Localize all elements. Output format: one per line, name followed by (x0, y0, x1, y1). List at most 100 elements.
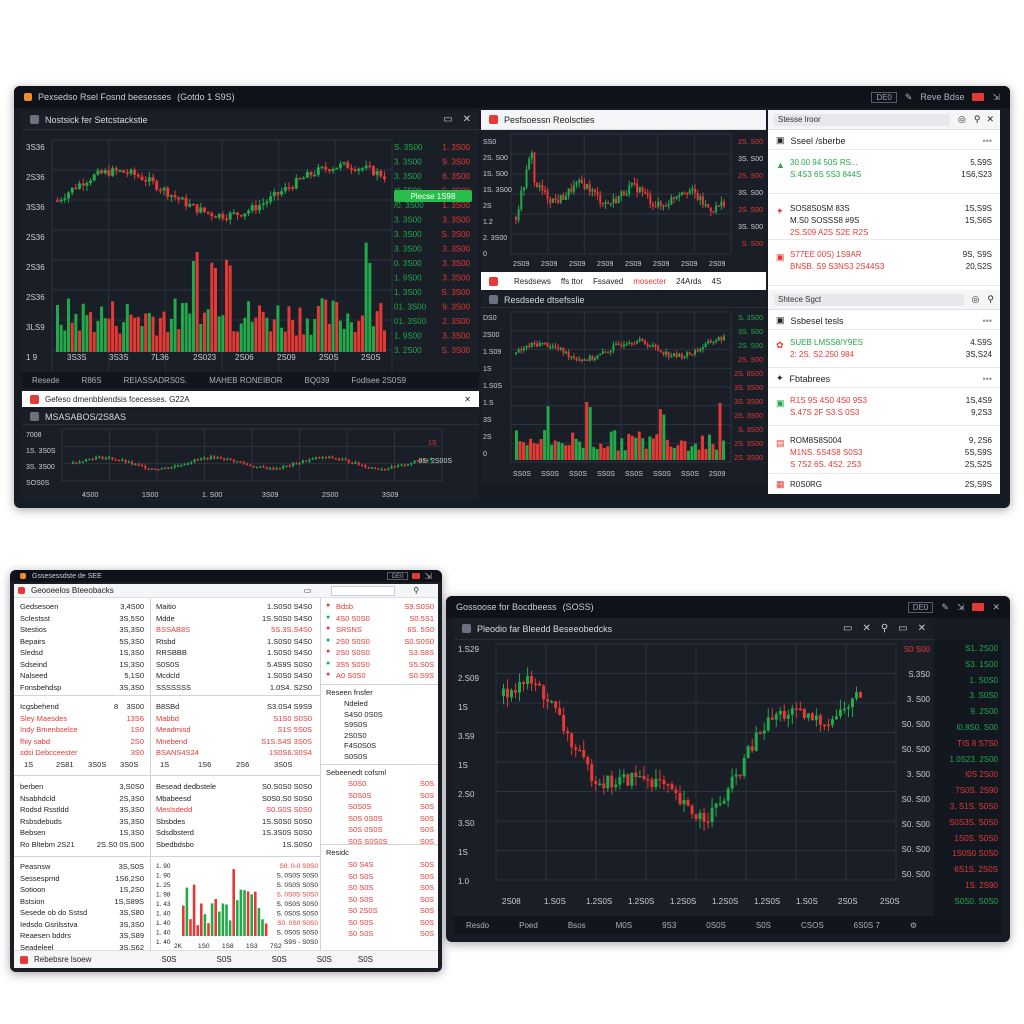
sheet-cell[interactable]: 3S,5S0 (119, 614, 144, 623)
ladder-price[interactable]: 1.0S23. 2S00 (950, 755, 998, 764)
sheet-cell[interactable]: B8SBd (156, 702, 179, 711)
sheet-search-input[interactable] (331, 585, 396, 596)
sheet-cell[interactable]: 8 (114, 702, 118, 711)
sheet-cell[interactable]: Fonsbehdsp (20, 683, 61, 692)
ladder-price[interactable]: 9. 2S00 (970, 707, 998, 716)
sheet-cell[interactable]: 1.0S4. S2S0 (270, 683, 312, 692)
footer-item[interactable]: S0S (756, 921, 771, 930)
collapse-icon[interactable]: ⇲ (424, 571, 432, 582)
sheet-cell[interactable]: berben (20, 782, 43, 791)
sheet-cell[interactable]: S0 S4S (348, 860, 373, 869)
panel-title[interactable]: Sebeenedt cofsml (326, 768, 386, 777)
sheet-cell[interactable]: Gedsesoen (20, 602, 58, 611)
sheet-cell[interactable]: S0S0S (348, 791, 371, 800)
footer-item[interactable]: 9S3 (662, 921, 676, 930)
sheet-cell[interactable]: Rtsbd (156, 637, 176, 646)
sheet-cell[interactable]: 1S.S0S0 S4S0 (262, 614, 312, 623)
sheet-cell[interactable]: Ndeled (344, 699, 368, 708)
sheet-cell[interactable]: 2S6 (236, 760, 249, 769)
footer-item[interactable]: REIASSADRS0S. (124, 376, 188, 385)
sheet-cell[interactable]: 2S,3S0 (119, 794, 144, 803)
sheet-cell[interactable]: 1S6 (198, 760, 211, 769)
sheet-cell[interactable]: 1S.S0S0 S0S0 (262, 817, 312, 826)
sheet-cell[interactable]: Mcdcld (156, 671, 180, 680)
sheet-cell[interactable]: 3S,S80 (119, 908, 144, 917)
sheet-cell[interactable]: 3S0 (131, 748, 144, 757)
sheet-cell[interactable]: A0 S0S0 (336, 671, 366, 680)
sheet-cell[interactable]: Nalseed (20, 671, 48, 680)
ladder-price[interactable]: 3. S0S0 (970, 691, 998, 700)
sheet-cell[interactable]: Meadmisd (156, 725, 191, 734)
watch-search-input[interactable]: Stesse lroor (774, 113, 950, 126)
sheet-cell[interactable]: S0S (420, 802, 434, 811)
watch-row[interactable]: ▦ R0S0RG 2S,S9S (768, 476, 1000, 494)
sheet-cell[interactable]: 5S.3S.S4S0 (271, 625, 312, 634)
close-icon[interactable]: ✕ (986, 114, 994, 125)
sheet-cell[interactable]: S0S (420, 860, 434, 869)
main-candlestick-chart[interactable]: 3S36 2S36 3S36 2S36 2S36 2S36 3LS9 1 9 3S3S 3S3S 7… (22, 130, 479, 388)
overview-chart[interactable]: 7008 1S. 3S0S 3S. 3S00 SOS0S 4S00 1S00 1. S00 3… (22, 425, 479, 501)
sheet-cell[interactable]: 1S.S0S0 (282, 840, 312, 849)
sheet-cell[interactable]: Meslsdedd (156, 805, 192, 814)
ladder-price[interactable]: S3. 1S00 (965, 660, 998, 669)
sheet-cell[interactable]: S0S (420, 872, 434, 881)
sheet-cell[interactable]: S0S (420, 906, 434, 915)
sheet-cell[interactable]: S0 S0S (348, 883, 373, 892)
sheet-cell[interactable]: S0S (420, 814, 434, 823)
footer-item[interactable]: MAHEB RONEIBOR (209, 376, 282, 385)
sheet-cell[interactable]: 1.S0S0 S4S0 (267, 602, 312, 611)
watch-search-input[interactable]: Shtece Sgct (774, 293, 964, 306)
sheet-cell[interactable]: 3S,3S0 (119, 625, 144, 634)
sheet-cell[interactable]: S0S (420, 791, 434, 800)
record-icon[interactable] (412, 573, 421, 579)
ladder-price[interactable]: 1S0S. S0S0 (954, 834, 998, 843)
sheet-cell[interactable]: S0S (420, 918, 434, 927)
sheet-cell[interactable]: 2S0 S0S0 (336, 637, 370, 646)
chat-icon[interactable]: ◎ (958, 114, 966, 125)
sheet-cell[interactable]: SRSNS (336, 625, 362, 634)
footer-item[interactable]: 0S0S (706, 921, 726, 930)
sheet-cell[interactable]: Stestios (20, 625, 47, 634)
sheet-cell[interactable]: Sesede ob do Sstsd (20, 908, 87, 917)
footer-item[interactable]: M0S (616, 921, 632, 930)
footer-item[interactable]: BQ039 (305, 376, 330, 385)
sheet-cell[interactable]: BSSAB8S (156, 625, 190, 634)
footer-item[interactable]: Bsos (568, 921, 586, 930)
watch-row[interactable]: ▲ 30.00 94 50S RS... S.4S3 6S 5S3 844S 5,S9… (768, 150, 1000, 194)
sheet-cell[interactable]: 5,1S0 (124, 671, 144, 680)
sheet-cell[interactable]: 2S.S0 0S.S00 (97, 840, 144, 849)
footer-item[interactable]: Resdo (466, 921, 489, 930)
sheet-cell[interactable]: Sessesprnd (20, 874, 60, 883)
sheet-cell[interactable]: S4S0 0S0S (344, 710, 383, 719)
sheet-cell[interactable]: 3,S0S0 (119, 782, 144, 791)
toolbar-box[interactable]: DE0 (907, 601, 934, 613)
performance-chart[interactable]: SS0 2S. S00 1S. S00 1S. 3S00 2S 1.2 2. 3S00 0 2S… (481, 130, 766, 272)
sheet-cell[interactable]: Indy Bmenbselce (20, 725, 78, 734)
sheet-cell[interactable]: 3S,3S0 (119, 920, 144, 929)
collapse-icon[interactable]: ⇲ (957, 602, 965, 613)
watch-group-header[interactable]: ▣ Sseel /sberbe ••• (768, 132, 1000, 150)
toolbar-box[interactable]: DE0 (871, 91, 897, 103)
ladder-price[interactable]: TIS 8 S7S0 (957, 739, 998, 748)
footer-item[interactable]: Poed (519, 921, 538, 930)
ladder-price[interactable]: 6S1S. 2S0S (954, 865, 998, 874)
sheet-cell[interactable]: 3S0S (120, 760, 138, 769)
footer-item[interactable]: R86S (82, 376, 102, 385)
detail-candlestick-chart[interactable]: DS0 2S00 1.S09 1S 1.S0S 1.S 3S 2S 0 SS0S SS0S SS0S S… (481, 308, 766, 484)
sheet-cell[interactable]: S9.S0S0 (404, 602, 434, 611)
ladder-price[interactable]: 1. S0S0 (970, 676, 998, 685)
watch-row[interactable]: ✿ SUEB LMSS8/Y9ES 2: 2S. S2.250 984 4.S9… (768, 330, 1000, 368)
watch-row[interactable]: ▣ S77EE 00S) 1S9AR BNSB. S9 S3NS3 2S44S3 9S… (768, 242, 1000, 286)
sheet-cell[interactable]: Sley Maesdes (20, 714, 67, 723)
close-icon[interactable]: ✕ (918, 623, 926, 634)
sheet-cell[interactable]: 1S6,2S0 (115, 874, 144, 883)
sheet-cell[interactable]: S0S 0S0S (348, 825, 383, 834)
sheet-cell[interactable]: Bdsb (336, 602, 353, 611)
watch-row[interactable]: ▣ R1S 9S 4S0 4S0 9S3 S.47S 2F S3.S 0S3 1… (768, 388, 1000, 426)
sheet-cell[interactable]: S0 S0S (348, 918, 373, 927)
sheet-cell[interactable]: Ro Bltebm 2S21 (20, 840, 75, 849)
candlestick-chart[interactable]: 1.S29 2.S09 1S 3.S9 1S 2.S0 3.S0 1S 1.0 2S08 1.S0S… (454, 640, 934, 916)
sheet-cell[interactable]: 1.S0S0 S4S0 (267, 637, 312, 646)
collapse-icon[interactable]: ⇲ (992, 92, 1000, 103)
sheet-cell[interactable]: 13S6 (126, 714, 144, 723)
